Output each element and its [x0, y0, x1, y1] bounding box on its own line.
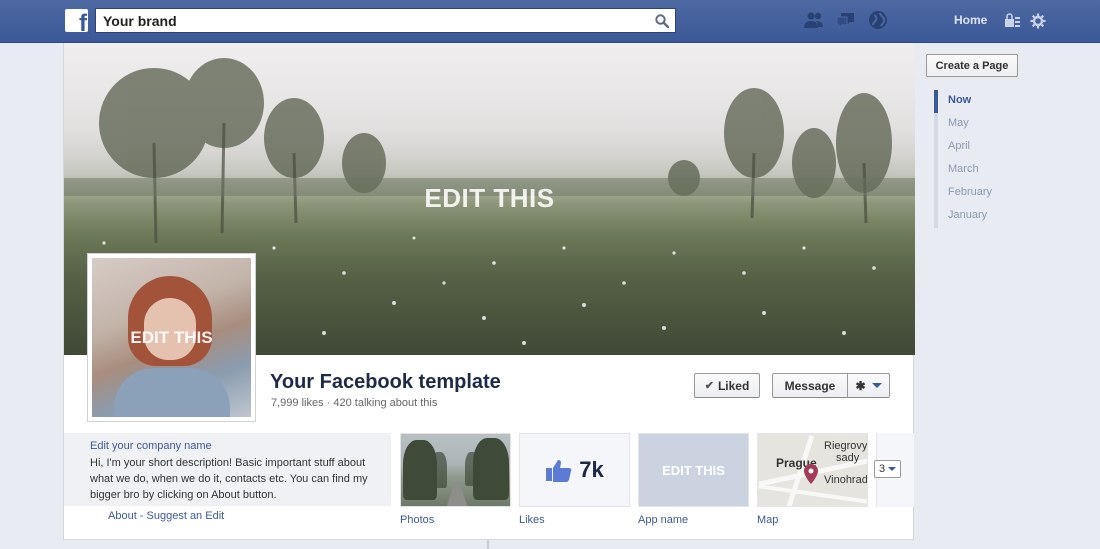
settings-gear-icon[interactable] — [1029, 12, 1047, 30]
road — [446, 482, 468, 506]
dropdown-arrow-icon — [871, 383, 882, 388]
timeline-item-now[interactable]: Now — [934, 90, 992, 113]
privacy-icon[interactable] — [1003, 12, 1021, 30]
more-apps-count: 3 — [878, 463, 886, 475]
likes-label[interactable]: Likes — [519, 514, 545, 526]
map-app-tile[interactable]: Riegrovy sady Prague Vinohradsk — [757, 433, 868, 507]
timeline-item-april[interactable]: April — [934, 136, 992, 159]
top-bar: f Home — [0, 0, 1100, 43]
page-description: Hi, I'm your short description! Basic im… — [90, 457, 368, 501]
notifications-globe-icon[interactable] — [867, 9, 889, 31]
map-label-district-2: sady — [836, 452, 860, 464]
map-pin-icon — [804, 464, 818, 484]
create-page-button[interactable]: Create a Page — [926, 54, 1018, 77]
timeline-item-january[interactable]: January — [934, 205, 992, 228]
page-title[interactable]: Your Facebook template — [270, 371, 501, 394]
about-links[interactable]: About - Suggest an Edit — [108, 510, 224, 522]
search-icon[interactable] — [655, 14, 669, 28]
custom-app-tile[interactable]: EDIT THIS — [638, 433, 749, 507]
nav-home-link[interactable]: Home — [954, 13, 987, 27]
timeline-nav: Now May April March February January — [934, 90, 992, 228]
timeline-item-may[interactable]: May — [934, 113, 992, 136]
app-name-label[interactable]: App name — [638, 514, 688, 526]
checkmark-icon: ✔ — [704, 380, 714, 392]
page-stats: 7,999 likes · 420 talking about this — [271, 397, 438, 409]
map-label-area: Vinohradsk — [824, 474, 868, 486]
thumbs-up-icon — [546, 460, 572, 482]
liked-label: Liked — [717, 378, 750, 393]
search-input[interactable] — [103, 12, 643, 30]
facebook-logo-icon[interactable]: f — [65, 9, 88, 32]
likes-count: 7k — [579, 457, 604, 482]
profile-picture[interactable]: EDIT THIS — [87, 253, 256, 422]
map-label[interactable]: Map — [757, 514, 778, 526]
profile-edit-text: EDIT THIS — [130, 328, 213, 347]
notification-jewels — [803, 9, 889, 33]
profile-photo-shoulders — [114, 368, 230, 417]
search-bar[interactable] — [95, 8, 676, 33]
more-apps-button[interactable]: 3 — [874, 460, 901, 478]
photos-label[interactable]: Photos — [400, 514, 434, 526]
cover-edit-text: EDIT THIS — [424, 183, 555, 213]
app-edit-text: EDIT THIS — [662, 462, 725, 478]
gear-icon: ✱ — [855, 378, 866, 393]
liked-button[interactable]: ✔ Liked — [694, 373, 760, 398]
likes-app-tile[interactable]: 7k — [519, 433, 630, 507]
timeline-item-march[interactable]: March — [934, 159, 992, 182]
chevron-down-icon — [888, 467, 897, 471]
friends-icon[interactable] — [803, 9, 825, 31]
photos-app-tile[interactable] — [400, 433, 511, 507]
page-card: EDIT THIS EDIT THIS Your Facebook templa… — [63, 43, 915, 540]
message-button[interactable]: Message — [772, 373, 847, 398]
company-name-link[interactable]: Edit your company name — [90, 440, 212, 452]
timeline-spine — [487, 540, 489, 549]
message-label: Message — [784, 378, 836, 393]
map-label-district: Riegrovy — [824, 440, 868, 452]
timeline-item-february[interactable]: February — [934, 182, 992, 205]
page-options-button[interactable]: ✱ — [847, 373, 890, 398]
messages-icon[interactable] — [835, 9, 857, 31]
